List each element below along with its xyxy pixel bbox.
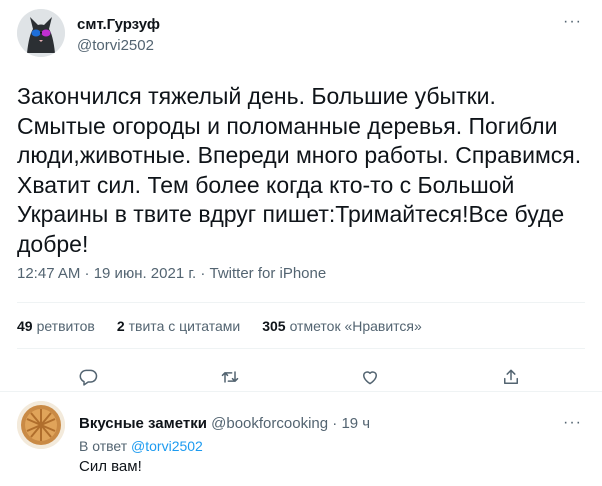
cat-avatar-icon: [17, 9, 65, 57]
reply-text: Сил вам!: [79, 458, 142, 475]
tweet-meta[interactable]: 12:47 AM · 19 июн. 2021 г. · Twitter for…: [17, 264, 326, 284]
like-icon: [363, 371, 377, 385]
divider: [0, 391, 602, 392]
reply-tweet[interactable]: Вкусные заметки @bookforcooking · 19 ч ·…: [0, 397, 602, 486]
replying-to-prefix: В ответ: [79, 438, 128, 454]
reply-header: Вкусные заметки @bookforcooking · 19 ч: [79, 414, 370, 434]
reply-author-handle[interactable]: @bookforcooking: [211, 415, 328, 432]
author-handle[interactable]: @torvi2502: [77, 36, 154, 56]
reply-avatar[interactable]: [17, 401, 65, 449]
tweet-text: Закончился тяжелый день. Большие убытки.…: [17, 83, 588, 257]
share-button[interactable]: [496, 362, 526, 392]
replying-to-link[interactable]: @torvi2502: [131, 438, 203, 454]
quotes-label: твита с цитатами: [128, 318, 241, 334]
likes-count: 305: [262, 318, 286, 334]
more-options-icon[interactable]: ···: [563, 14, 582, 30]
retweets-count: 49: [17, 318, 33, 334]
tweet-stats: 49 ретвитов 2 твита с цитатами 305 отметок …: [17, 316, 444, 336]
retweets-label: ретвитов: [36, 318, 95, 334]
pie-avatar-icon: [17, 401, 65, 449]
share-icon: [504, 369, 518, 384]
author-name[interactable]: смт.Гурзуф: [77, 15, 160, 35]
reply-icon: [79, 369, 98, 386]
author-avatar[interactable]: [17, 9, 65, 57]
divider: [17, 348, 585, 349]
divider: [17, 302, 585, 303]
action-bar: [0, 362, 602, 392]
retweets-stat[interactable]: 49 ретвитов: [17, 316, 95, 336]
likes-stat[interactable]: 305 отметок «Нравится»: [262, 316, 422, 336]
likes-label: отметок «Нравится»: [289, 318, 422, 334]
main-tweet: смт.Гурзуф @torvi2502 ··· Закончился тяж…: [0, 0, 602, 392]
replying-to: В ответ @torvi2502: [79, 437, 203, 455]
retweet-button[interactable]: [215, 362, 245, 392]
quotes-count: 2: [116, 318, 125, 334]
reply-more-options-icon[interactable]: ···: [563, 415, 582, 431]
reply-author-name[interactable]: Вкусные заметки: [79, 415, 207, 432]
separator-dot: ·: [332, 415, 338, 432]
reply-timestamp[interactable]: 19 ч: [341, 415, 370, 432]
quotes-stat[interactable]: 2 твита с цитатами: [117, 316, 240, 336]
reply-button[interactable]: [74, 362, 104, 392]
like-button[interactable]: [355, 362, 385, 392]
retweet-icon: [221, 371, 239, 383]
